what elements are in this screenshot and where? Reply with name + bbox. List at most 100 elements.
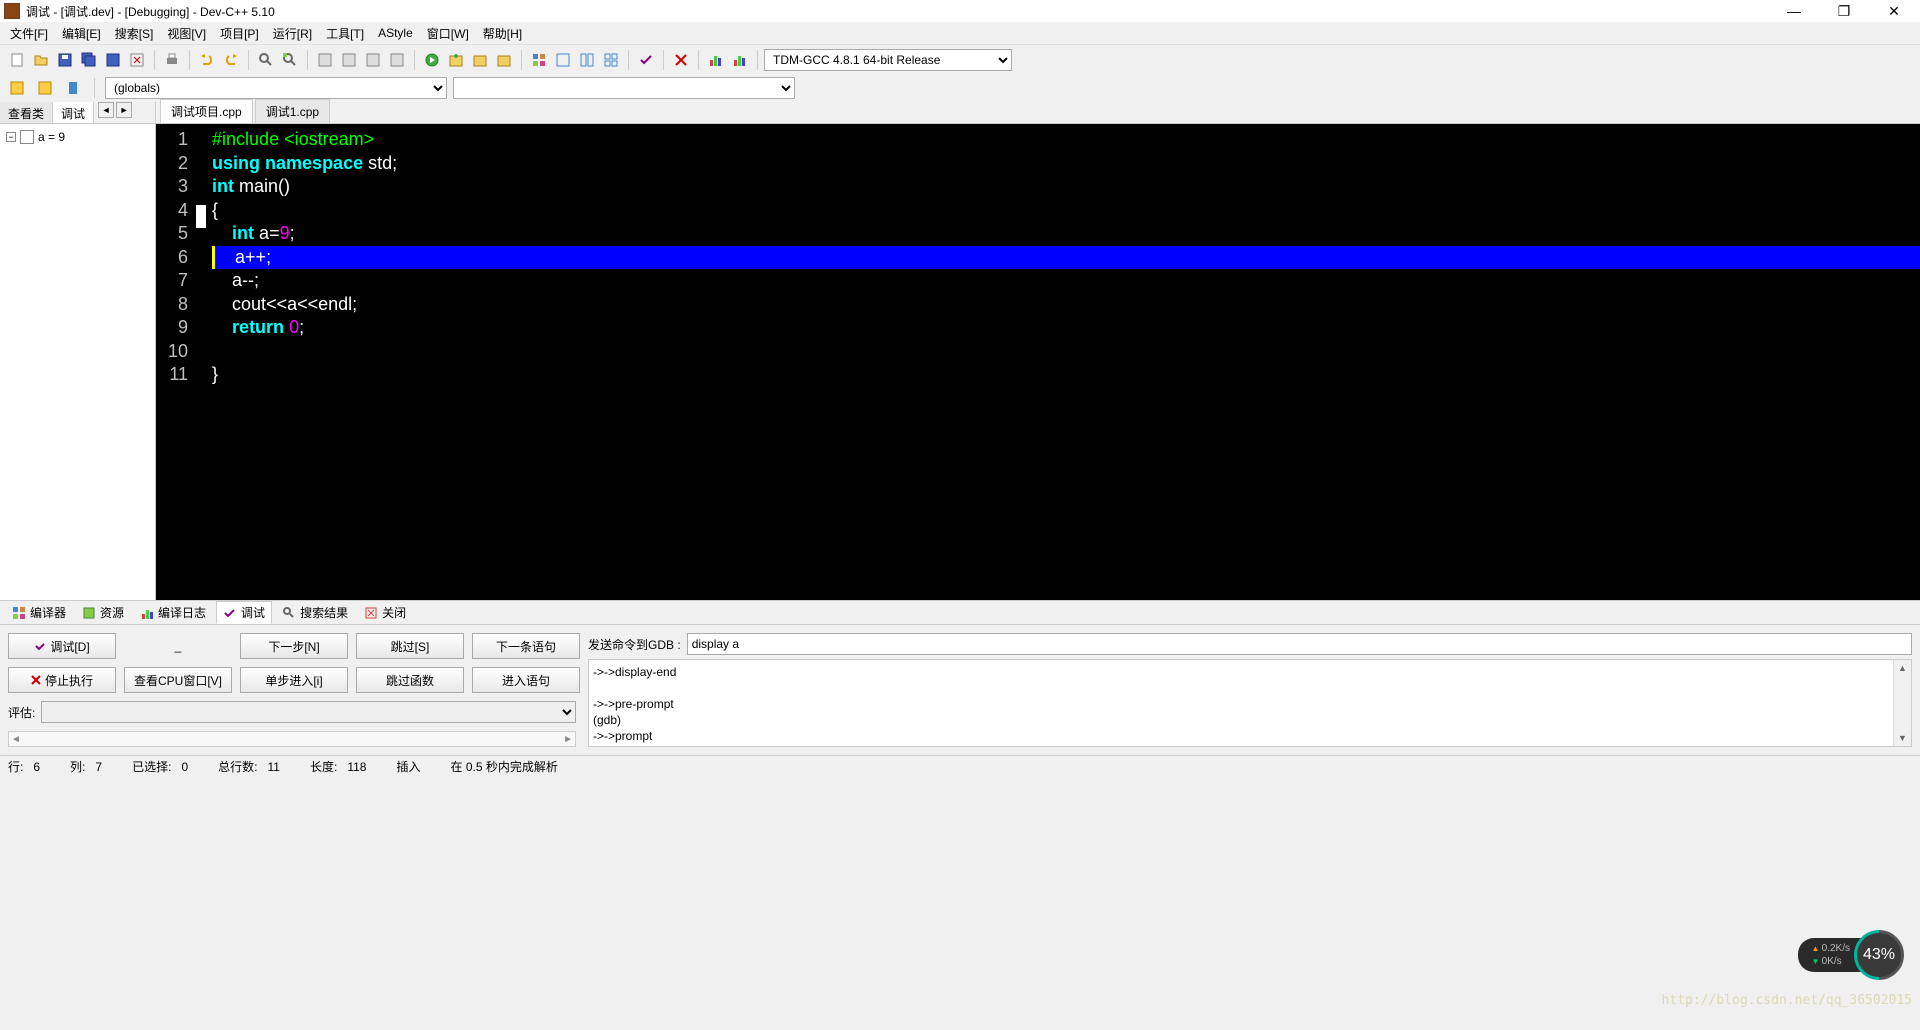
sidebar-nav-prev[interactable]: ◄ (98, 102, 114, 118)
new-file-icon[interactable] (6, 49, 28, 71)
chart-icon-1[interactable] (705, 49, 727, 71)
debug-placeholder: _ (124, 633, 232, 659)
delete-icon[interactable] (670, 49, 692, 71)
watermark: http://blog.csdn.net/qq_36502015 (1662, 993, 1912, 1008)
resources-icon (82, 606, 96, 620)
run-icon[interactable] (338, 49, 360, 71)
next-step-button[interactable]: 下一步[N] (240, 633, 348, 659)
search-icon (282, 606, 296, 620)
sidebar-tab-browse[interactable]: 查看类 (0, 102, 53, 123)
compiler-select[interactable]: TDM-GCC 4.8.1 64-bit Release (764, 49, 1012, 71)
add-file-icon[interactable] (469, 49, 491, 71)
tab-search-results[interactable]: 搜索结果 (276, 602, 354, 623)
bookmark-icon[interactable] (62, 77, 84, 99)
new-project-icon[interactable] (445, 49, 467, 71)
eval-input[interactable] (41, 701, 576, 723)
watch-variable-text: a = 9 (38, 130, 65, 144)
find-icon[interactable] (255, 49, 277, 71)
open-file-icon[interactable] (30, 49, 52, 71)
goto-icon-1[interactable] (6, 77, 28, 99)
window-title: 调试 - [调试.dev] - [Debugging] - Dev-C++ 5.… (26, 3, 1780, 20)
sidebar-nav-next[interactable]: ► (116, 102, 132, 118)
tree-collapse-icon[interactable]: − (6, 132, 16, 142)
save-all-icon[interactable] (78, 49, 100, 71)
undo-icon[interactable] (196, 49, 218, 71)
print-icon[interactable] (161, 49, 183, 71)
main-toolbar: TDM-GCC 4.8.1 64-bit Release (0, 44, 1920, 74)
save-icon[interactable] (54, 49, 76, 71)
save-as-icon[interactable] (102, 49, 124, 71)
debug-variables-panel: − a = 9 (0, 124, 155, 600)
goto-icon-2[interactable] (34, 77, 56, 99)
code-content[interactable]: #include <iostream>using namespace std;i… (208, 124, 1920, 600)
minimize-button[interactable]: — (1780, 3, 1808, 20)
cpu-window-button[interactable]: 查看CPU窗口[V] (124, 667, 232, 693)
gdb-output[interactable]: ->->display-end ->->pre-prompt(gdb)->->p… (588, 659, 1912, 747)
gdb-command-input[interactable] (687, 633, 1912, 655)
menu-item[interactable]: 文件[F] (4, 23, 54, 44)
sidebar: 查看类 调试 ◄ ► − a = 9 (0, 102, 156, 600)
window-icon-1[interactable] (552, 49, 574, 71)
stop-button[interactable]: 停止执行 (8, 667, 116, 693)
member-select[interactable] (453, 77, 795, 99)
menu-item[interactable]: 编辑[E] (56, 23, 107, 44)
log-icon (140, 606, 154, 620)
statusbar: 行: 6 列: 7 已选择: 0 总行数: 11 长度: 118 插入 在 0.… (0, 755, 1920, 777)
close-file-icon[interactable] (126, 49, 148, 71)
chart-icon-2[interactable] (729, 49, 751, 71)
debug-button[interactable]: 调试[D] (8, 633, 116, 659)
check-icon[interactable] (635, 49, 657, 71)
replace-icon[interactable] (279, 49, 301, 71)
sidebar-tab-debug[interactable]: 调试 (53, 102, 94, 123)
watch-variable[interactable]: − a = 9 (4, 128, 151, 146)
tab-resources[interactable]: 资源 (76, 602, 130, 623)
file-tab-active[interactable]: 调试项目.cpp (160, 99, 253, 123)
project-options-icon[interactable] (493, 49, 515, 71)
variable-icon (20, 130, 34, 144)
grid-icon (12, 606, 26, 620)
gdb-label: 发送命令到GDB : (588, 636, 681, 653)
horizontal-scrollbar[interactable]: ◄► (8, 731, 576, 747)
titlebar: 调试 - [调试.dev] - [Debugging] - Dev-C++ 5.… (0, 0, 1920, 22)
file-tab-other[interactable]: 调试1.cpp (255, 99, 330, 123)
net-percentage: 43% (1844, 920, 1915, 991)
step-into-button[interactable]: 单步进入[i] (240, 667, 348, 693)
menubar: 文件[F]编辑[E]搜索[S]视图[V]项目[P]运行[R]工具[T]AStyl… (0, 22, 1920, 44)
compile-run-icon[interactable] (362, 49, 384, 71)
app-icon (4, 3, 20, 19)
skip-function-button[interactable]: 跳过函数 (356, 667, 464, 693)
compile-icon[interactable] (314, 49, 336, 71)
menu-item[interactable]: AStyle (372, 24, 419, 42)
menu-item[interactable]: 项目[P] (214, 23, 265, 44)
close-button[interactable]: ✕ (1880, 3, 1908, 20)
menu-item[interactable]: 窗口[W] (421, 23, 475, 44)
skip-button[interactable]: 跳过[S] (356, 633, 464, 659)
window-icon-3[interactable] (600, 49, 622, 71)
redo-icon[interactable] (220, 49, 242, 71)
menu-item[interactable]: 帮助[H] (477, 23, 528, 44)
check-icon (223, 606, 237, 620)
tab-compiler[interactable]: 编译器 (6, 602, 72, 623)
next-statement-button[interactable]: 下一条语句 (472, 633, 580, 659)
secondary-toolbar: (globals) (0, 74, 1920, 102)
grid-icon[interactable] (528, 49, 550, 71)
menu-item[interactable]: 运行[R] (267, 23, 318, 44)
tab-close[interactable]: 关闭 (358, 602, 412, 623)
scope-select[interactable]: (globals) (105, 77, 447, 99)
menu-item[interactable]: 视图[V] (161, 23, 212, 44)
network-widget: 0.2K/s 0K/s 43% (1798, 930, 1905, 980)
code-editor[interactable]: 1234567891011 #include <iostream>using n… (156, 124, 1920, 600)
into-statement-button[interactable]: 进入语句 (472, 667, 580, 693)
menu-item[interactable]: 工具[T] (320, 23, 370, 44)
debug-controls: 调试[D] _ 下一步[N] 跳过[S] 下一条语句 停止执行 查看CPU窗口[… (8, 633, 580, 747)
file-tabs: 调试项目.cpp 调试1.cpp (156, 102, 1920, 124)
vertical-scrollbar[interactable]: ▲▼ (1893, 660, 1911, 746)
maximize-button[interactable]: ❐ (1830, 3, 1858, 20)
rebuild-icon[interactable] (386, 49, 408, 71)
window-icon-2[interactable] (576, 49, 598, 71)
tab-debug[interactable]: 调试 (216, 601, 272, 624)
close-icon (364, 606, 378, 620)
tab-compile-log[interactable]: 编译日志 (134, 602, 212, 623)
menu-item[interactable]: 搜索[S] (109, 23, 160, 44)
debug-run-icon[interactable] (421, 49, 443, 71)
